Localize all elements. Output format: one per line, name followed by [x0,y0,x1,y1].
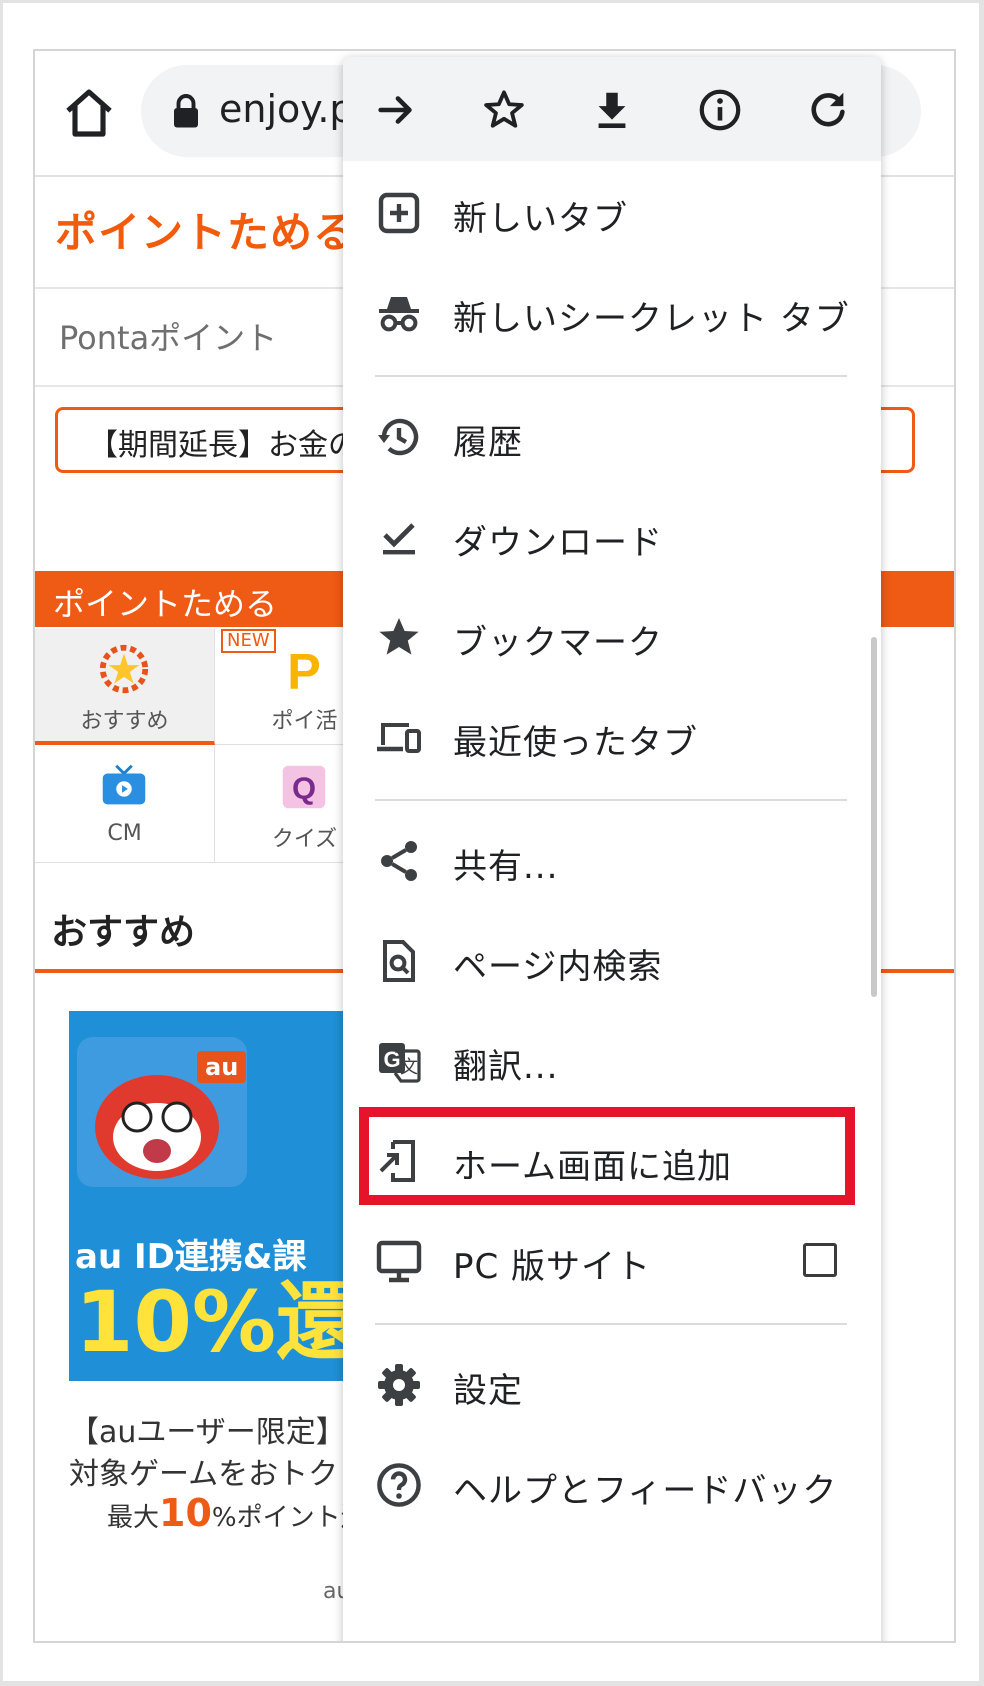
phone-screen: enjoy.poi ポイントためる Pontaポイント 【期間延長】お金の ポイ… [33,49,956,1643]
menu-item-history[interactable]: 履歴 [343,385,881,485]
incognito-icon [379,297,419,332]
menu-item-recent-tabs[interactable]: 最近使ったタブ [343,685,881,785]
bookmark-star-icon [379,618,419,655]
menu-item-new-incognito-tab[interactable]: 新しいシークレット タブ [343,261,881,361]
recent-tabs-icon [377,723,421,753]
site-logo[interactable]: ポイントためる [55,199,356,260]
menu-item-bookmarks[interactable]: ブックマーク [343,585,881,685]
forward-icon[interactable] [373,87,419,133]
menu-item-label: 設定 [453,1371,523,1411]
menu-item-translate[interactable]: G 文 翻訳... [343,1009,881,1109]
promo-caption-line1: 【auユーザー限定】 [69,1415,346,1450]
promo-caption-line3: 最大10%ポイント還 [107,1491,367,1535]
new-tab-icon [378,192,420,234]
star-outline-icon[interactable] [481,87,527,133]
category-header-text: ポイントためる [53,585,278,623]
menu-item-label: ダウンロード [453,523,663,563]
menu-item-label: 最近使ったタブ [453,723,698,763]
menu-separator [375,1323,847,1325]
caption-prefix: 最大 [107,1503,160,1533]
category-cm[interactable]: CM [35,747,215,863]
translate-icon: G 文 [379,1043,421,1083]
quiz-icon: Q [282,765,326,809]
menu-item-label: ヘルプとフィードバック [453,1471,838,1511]
desktop-site-checkbox[interactable] [803,1243,837,1277]
ponta-points-label[interactable]: Pontaポイント [59,313,277,359]
home-icon[interactable] [61,85,117,141]
tv-icon [102,764,146,805]
menu-icon-row [343,57,881,161]
banner-headline: au ID連携&課 [75,1237,307,1277]
svg-text:文: 文 [400,1057,418,1078]
svg-text:Q: Q [292,771,316,806]
notice-text: 【期間延長】お金の [88,428,358,463]
downloads-check-icon [383,523,415,555]
find-in-page-icon [383,940,415,982]
menu-item-label: 翻訳... [453,1047,559,1087]
lock-icon [174,94,198,128]
menu-item-label: 新しいシークレット タブ [453,299,850,339]
menu-item-label: ページ内検索 [453,947,663,987]
info-icon[interactable] [697,87,743,133]
menu-item-label: PC 版サイト [453,1247,652,1287]
overflow-menu: 新しいタブ 新しいシークレット タブ 履歴 ダウンロード ブックマーク 最近使っ… [343,57,881,1641]
p-logo-icon: P [287,643,321,695]
category-recommended[interactable]: おすすめ [35,629,215,745]
menu-item-new-tab[interactable]: 新しいタブ [343,161,881,261]
desktop-icon [376,1240,422,1283]
category-label: CM [107,821,142,846]
menu-item-find-in-page[interactable]: ページ内検索 [343,909,881,1009]
reload-icon[interactable] [805,87,851,133]
menu-item-label: ブックマーク [453,623,663,663]
screenshot-frame: enjoy.poi ポイントためる Pontaポイント 【期間延長】お金の ポイ… [3,3,979,1681]
download-icon[interactable] [589,87,635,133]
menu-item-label: 新しいタブ [453,199,628,239]
category-label: おすすめ [80,709,169,734]
menu-item-desktop-site[interactable]: PC 版サイト [343,1209,881,1309]
new-badge: NEW [221,629,276,653]
menu-separator [375,799,847,801]
share-icon [381,841,417,881]
menu-item-share[interactable]: 共有... [343,809,881,909]
svg-text:P: P [287,643,321,695]
medal-star-icon [99,644,149,694]
au-logo: au [197,1051,247,1083]
menu-item-settings[interactable]: 設定 [343,1333,881,1433]
highlight-box [359,1107,855,1205]
menu-item-label: 履歴 [453,423,523,463]
help-icon [377,1463,421,1507]
caption-number: 10 [159,1491,212,1535]
promo-caption-line2: 対象ゲームをおトク [69,1457,339,1492]
menu-item-label: 共有... [453,847,559,887]
menu-separator [375,375,847,377]
menu-item-downloads[interactable]: ダウンロード [343,485,881,585]
menu-scrollbar[interactable] [871,637,877,997]
menu-item-help-feedback[interactable]: ヘルプとフィードバック [343,1433,881,1533]
history-icon [378,418,419,456]
section-title: おすすめ [51,912,196,953]
settings-gear-icon [378,1364,420,1406]
